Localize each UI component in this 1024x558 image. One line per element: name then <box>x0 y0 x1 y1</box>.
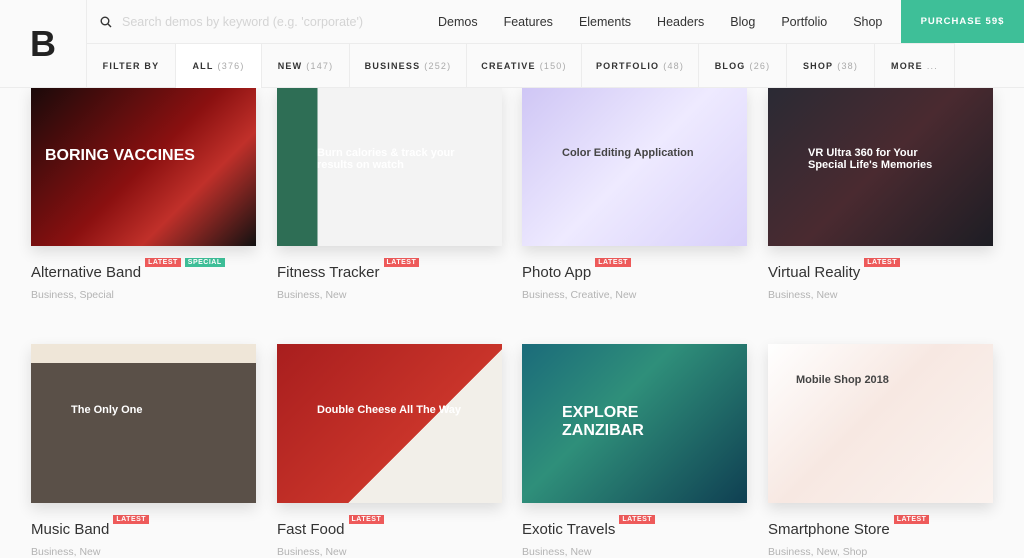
filter-tab-creative[interactable]: CREATIVE (150) <box>467 44 582 88</box>
demo-card[interactable]: EXPLORE ZANZIBAR Exotic Travels LATEST Busi… <box>522 344 747 558</box>
latest-badge: LATEST <box>595 258 631 267</box>
filter-count: (48) <box>663 61 685 71</box>
demo-tags: Business, New <box>31 546 101 558</box>
latest-badge: LATEST <box>145 258 181 267</box>
filter-count: (26) <box>749 61 771 71</box>
logo[interactable]: B <box>0 0 87 88</box>
filter-count: ... <box>926 61 938 71</box>
filter-count: (150) <box>539 61 567 71</box>
demo-thumbnail[interactable]: The Only One <box>31 344 256 503</box>
thumbnail-text: VR Ultra 360 for Your Special Life's Mem… <box>808 147 933 171</box>
demo-tags: Business, New <box>277 546 347 558</box>
search-bar <box>100 0 420 43</box>
thumbnail-text: Double Cheese All The Way <box>317 404 462 416</box>
filter-label: BUSINESS <box>364 61 421 71</box>
demo-card[interactable]: BORING VACCINES Alternative Band LATEST SPE… <box>31 87 256 301</box>
filter-count: (376) <box>217 61 245 71</box>
demo-tags: Business, New <box>522 546 592 558</box>
filter-label: SHOP <box>802 61 834 71</box>
nav-elements[interactable]: Elements <box>579 15 631 29</box>
demo-card[interactable]: Double Cheese All The Way Fast Food LATEST… <box>277 344 502 558</box>
filter-tab-new[interactable]: NEW (147) <box>262 44 350 88</box>
latest-badge: LATEST <box>619 515 656 524</box>
demo-card[interactable]: VR Ultra 360 for Your Special Life's Mem… <box>768 87 993 301</box>
demo-title[interactable]: Exotic Travels <box>522 521 615 538</box>
demo-title[interactable]: Photo App <box>522 264 591 281</box>
filter-label: PORTFOLIO <box>595 61 660 71</box>
main-nav: Demos Features Elements Headers Blog Portfoli… <box>438 0 908 43</box>
nav-headers[interactable]: Headers <box>657 15 704 29</box>
nav-shop[interactable]: Shop <box>853 15 882 29</box>
latest-badge: LATEST <box>893 515 930 524</box>
demo-thumbnail[interactable]: Double Cheese All The Way <box>277 344 502 503</box>
latest-badge: LATEST <box>348 515 385 524</box>
special-badge: SPECIAL <box>184 258 225 267</box>
latest-badge: LATEST <box>113 515 150 524</box>
demo-card[interactable]: Burn calories & track your results on wa… <box>277 87 502 301</box>
nav-features[interactable]: Features <box>504 15 553 29</box>
filter-bar: FILTER BY ALL (376) NEW (147) BUSINESS (252) CR… <box>87 43 955 88</box>
demo-thumbnail[interactable]: Mobile Shop 2018 <box>768 344 993 503</box>
demo-tags: Business, Creative, New <box>522 289 637 301</box>
filter-tab-business[interactable]: BUSINESS (252) <box>350 44 467 88</box>
filter-label: ALL <box>192 61 214 71</box>
filter-tab-all[interactable]: ALL (376) <box>176 44 262 88</box>
nav-demos[interactable]: Demos <box>438 15 478 29</box>
demo-thumbnail[interactable]: VR Ultra 360 for Your Special Life's Mem… <box>768 87 993 246</box>
latest-badge: LATEST <box>383 258 420 267</box>
demo-thumbnail[interactable]: BORING VACCINES <box>31 87 256 246</box>
filter-label: CREATIVE <box>481 61 536 71</box>
filter-tab-shop[interactable]: SHOP (38) <box>787 44 875 88</box>
purchase-button[interactable]: PURCHASE 59$ <box>901 0 1024 43</box>
demo-card[interactable]: Color Editing Application Photo App LATEST… <box>522 87 747 301</box>
demo-tags: Business, Special <box>31 289 114 301</box>
demo-card[interactable]: The Only One Music Band LATEST Business, Ne… <box>31 344 256 558</box>
demo-thumbnail[interactable]: EXPLORE ZANZIBAR <box>522 344 747 503</box>
thumbnail-text: BORING VACCINES <box>45 147 195 164</box>
demo-title[interactable]: Music Band <box>31 521 109 538</box>
demo-thumbnail[interactable]: Color Editing Application <box>522 87 747 246</box>
thumbnail-text: Mobile Shop 2018 <box>796 374 889 386</box>
filter-label: NEW <box>277 61 303 71</box>
demo-title[interactable]: Fast Food <box>277 521 345 538</box>
filter-by-label: FILTER BY <box>87 44 176 88</box>
nav-portfolio[interactable]: Portfolio <box>781 15 827 29</box>
demo-title[interactable]: Alternative Band <box>31 264 141 281</box>
thumbnail-text: Burn calories & track your results on wa… <box>317 147 455 171</box>
filter-label: MORE <box>891 61 923 71</box>
thumbnail-text: Color Editing Application <box>562 147 694 159</box>
site-header: B Demos Features Elements Headers Blog Portfo… <box>0 0 1024 88</box>
demo-title[interactable]: Smartphone Store <box>768 521 890 538</box>
demo-card[interactable]: Mobile Shop 2018 Smartphone Store LATEST Bu… <box>768 344 993 558</box>
filter-label: BLOG <box>714 61 746 71</box>
demo-tags: Business, New <box>277 289 347 301</box>
latest-badge: LATEST <box>864 258 900 267</box>
filter-count: (38) <box>837 61 859 71</box>
filter-label: FILTER BY <box>102 61 160 71</box>
demo-tags: Business, New <box>768 289 838 301</box>
demo-thumbnail[interactable]: Burn calories & track your results on wa… <box>277 87 502 246</box>
filter-tab-portfolio[interactable]: PORTFOLIO (48) <box>582 44 699 88</box>
search-icon <box>100 16 112 27</box>
demo-tags: Business, New, Shop <box>768 546 868 558</box>
filter-tab-more[interactable]: MORE... <box>875 44 955 88</box>
nav-blog[interactable]: Blog <box>730 15 755 29</box>
filter-count: (252) <box>424 61 452 71</box>
demo-title[interactable]: Virtual Reality <box>768 264 860 281</box>
filter-tab-blog[interactable]: BLOG (26) <box>699 44 787 88</box>
search-input[interactable] <box>122 14 402 29</box>
filter-count: (147) <box>306 61 334 71</box>
thumbnail-text: EXPLORE ZANZIBAR <box>562 404 644 439</box>
demo-title[interactable]: Fitness Tracker <box>277 264 380 281</box>
thumbnail-text: The Only One <box>71 404 143 416</box>
